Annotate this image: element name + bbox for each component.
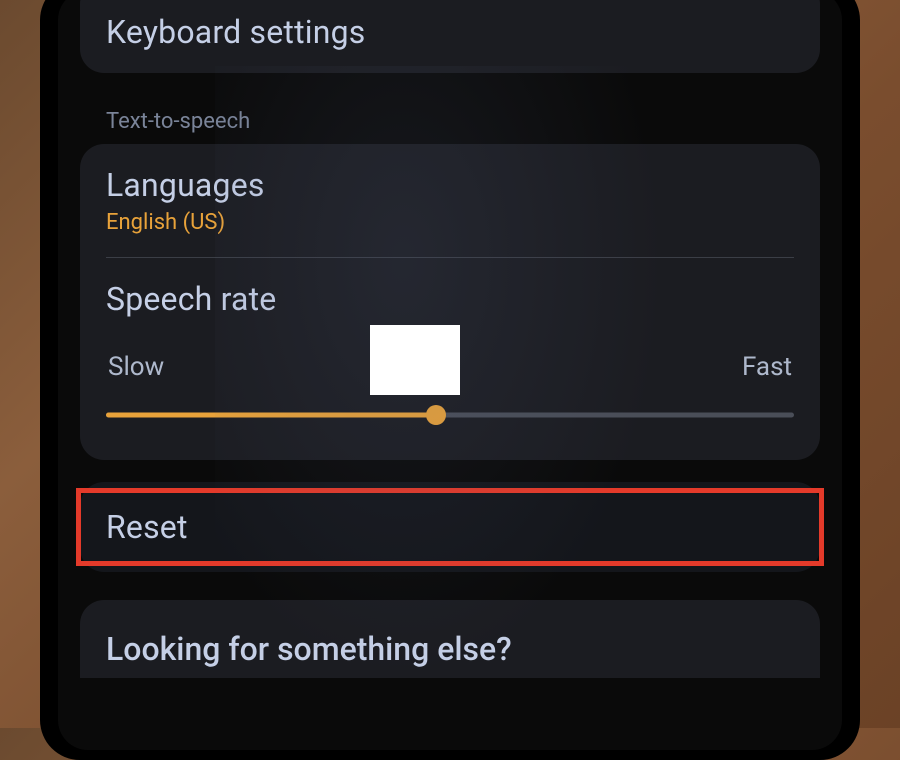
slow-label: Slow: [108, 352, 164, 382]
languages-value: English (US): [106, 210, 794, 235]
fast-label: Fast: [742, 352, 792, 382]
speech-rate-slider[interactable]: [106, 400, 794, 430]
reset-title: Reset: [106, 508, 794, 546]
languages-title: Languages: [106, 166, 794, 204]
looking-for-title: Looking for something else?: [106, 630, 794, 668]
reset-row[interactable]: Reset: [80, 482, 820, 572]
keyboard-settings-row[interactable]: Keyboard settings: [80, 0, 820, 73]
slider-fill: [106, 413, 436, 418]
languages-row[interactable]: Languages English (US): [80, 144, 820, 257]
redaction-block: [370, 325, 460, 395]
keyboard-settings-title: Keyboard settings: [106, 13, 794, 51]
slider-thumb[interactable]: [426, 405, 446, 425]
looking-for-card[interactable]: Looking for something else?: [80, 600, 820, 678]
tts-card: Languages English (US) Speech rate Slow …: [80, 144, 820, 460]
speech-rate-title: Speech rate: [106, 280, 794, 318]
keyboard-card: Keyboard settings: [80, 0, 820, 73]
tts-section-label: Text-to-speech: [80, 95, 820, 144]
